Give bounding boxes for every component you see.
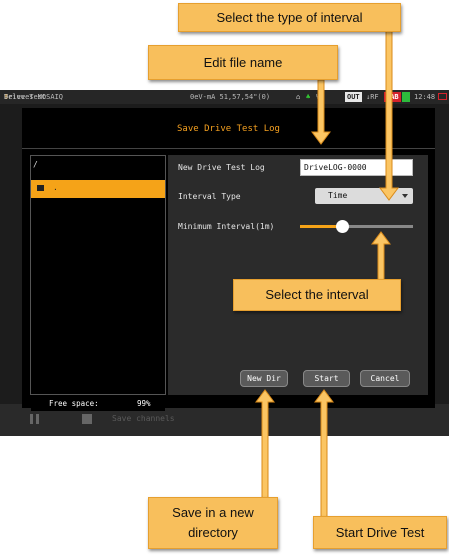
callout-start-drive-test: Start Drive Test: [313, 516, 447, 549]
arrow-interval-type: [379, 27, 399, 201]
arrow-select-interval: [371, 231, 391, 281]
callout-edit-name: Edit file name: [148, 45, 338, 80]
arrow-edit-name: [311, 79, 331, 145]
callout-interval-type: Select the type of interval: [178, 3, 401, 32]
callout-save-new-dir: Save in a new directory: [148, 497, 278, 549]
callout-select-interval: Select the interval: [233, 279, 401, 311]
arrow-new-dir: [255, 389, 275, 501]
arrow-start: [314, 389, 334, 523]
